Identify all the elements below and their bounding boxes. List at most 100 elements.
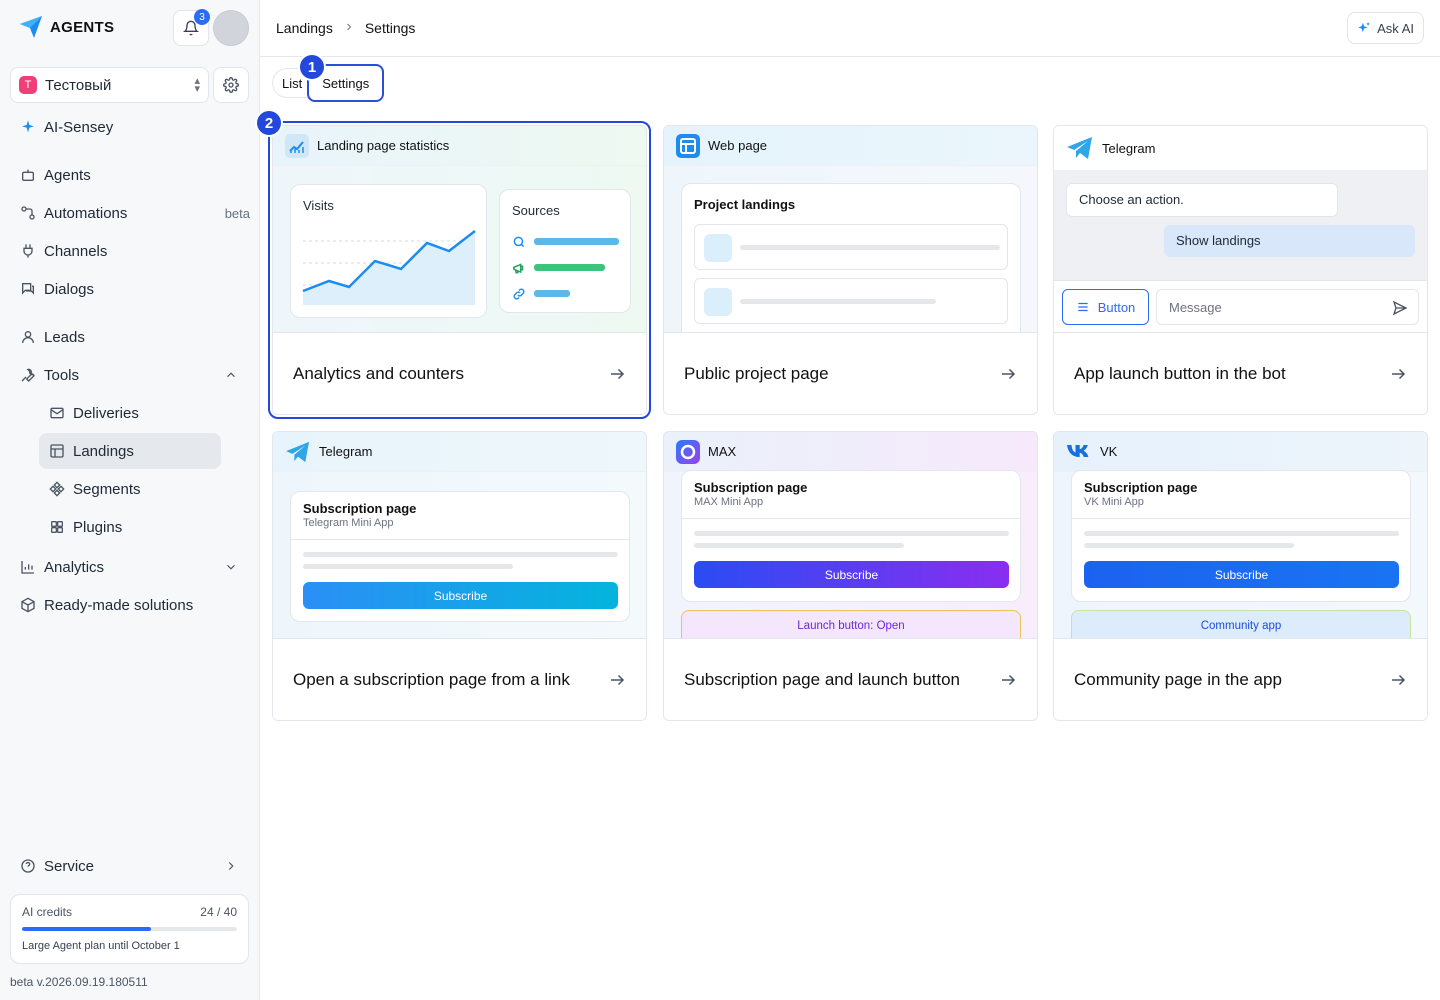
message-placeholder: Message <box>1169 300 1222 315</box>
card-footer: Open a subscription page from a link <box>273 638 646 720</box>
card-footer: Community page in the app <box>1054 638 1427 720</box>
card-footer: App launch button in the bot <box>1054 332 1427 414</box>
launch-button-preview[interactable]: Launch button: Open <box>681 610 1021 640</box>
card-preview: Project landings <box>664 166 1037 343</box>
sidebar-item-label: Analytics <box>44 558 105 576</box>
sidebar-item-landings[interactable]: Landings <box>39 433 221 469</box>
card-subscription-from-link[interactable]: Telegram Subscription page Telegram Mini… <box>272 431 647 721</box>
composer-bar: Button Message <box>1054 280 1427 334</box>
max-icon <box>676 439 700 464</box>
card-preview: Subscription page MAX Mini App Subscribe… <box>664 470 1037 640</box>
sidebar-item-agents[interactable]: Agents <box>10 160 240 190</box>
placeholder-line <box>1084 531 1399 536</box>
sidebar-item-service[interactable]: Service <box>10 851 240 881</box>
card-app-launch-button[interactable]: Telegram Choose an action. Show landings… <box>1053 125 1428 415</box>
arrow-right-icon <box>611 674 625 685</box>
divider <box>291 539 629 540</box>
community-app-button[interactable]: Community app <box>1071 610 1411 640</box>
telegram-icon <box>286 441 309 462</box>
sidebar-item-segments[interactable]: Segments <box>39 471 221 507</box>
source-bar <box>534 290 570 297</box>
sidebar-item-plugins[interactable]: Plugins <box>39 509 221 545</box>
sidebar-item-label: Deliveries <box>73 404 139 422</box>
telegram-icon <box>1067 137 1092 159</box>
sidebar-item-deliveries[interactable]: Deliveries <box>39 395 221 431</box>
landing-placeholder-row <box>694 278 1008 324</box>
card-header: MAX <box>664 432 1037 472</box>
subscription-subtitle: Telegram Mini App <box>303 517 394 529</box>
sidebar-item-channels[interactable]: Channels <box>10 236 240 266</box>
card-analytics-counters[interactable]: Landing page statistics Visits Sources A… <box>268 121 651 419</box>
analytics-icon <box>285 133 309 158</box>
sidebar-item-label: AI-Sensey <box>44 118 114 136</box>
subscribe-button[interactable]: Subscribe <box>694 561 1009 588</box>
automations-icon <box>21 206 35 220</box>
sidebar-item-tools[interactable]: Tools <box>10 360 240 390</box>
arrow-right-icon <box>1002 368 1016 379</box>
arrow-right-icon <box>611 368 625 379</box>
quick-reply-button[interactable]: Show landings <box>1164 225 1415 257</box>
card-title: Subscription page and launch button <box>684 669 960 689</box>
card-preview: Subscription page VK Mini App Subscribe … <box>1054 470 1427 640</box>
card-header-label: Web page <box>708 138 768 153</box>
sidebar-item-label: Service <box>44 857 95 875</box>
subscription-title: Subscription page <box>303 501 417 516</box>
user-avatar[interactable] <box>213 10 249 46</box>
ai-credits-panel[interactable]: AI credits 24 / 40 Large Agent plan unti… <box>10 894 249 964</box>
menu-icon <box>1078 302 1088 312</box>
visits-sparkline <box>302 230 476 305</box>
sidebar: AGENTS 3 Т Тестовый ▴ ▾ AI-Sensey Agents … <box>0 0 260 1000</box>
subscription-title: Subscription page <box>1084 480 1198 495</box>
top-bar: Landings Settings Ask AI <box>260 0 1440 57</box>
menu-button-label: Button <box>1097 299 1136 315</box>
sidebar-item-ready-made-solutions[interactable]: Ready-made solutions <box>10 590 240 620</box>
ask-ai-button[interactable]: Ask AI <box>1347 12 1424 44</box>
mail-icon <box>50 407 64 419</box>
sidebar-item-dialogs[interactable]: Dialogs <box>10 274 240 304</box>
message-input[interactable]: Message <box>1156 289 1419 325</box>
sidebar-item-ai-sensey[interactable]: AI-Sensey <box>10 112 240 142</box>
source-bar <box>534 238 619 245</box>
bar-chart-icon <box>21 561 34 574</box>
card-header: VK <box>1054 432 1427 472</box>
project-landings-widget: Project landings <box>681 183 1021 343</box>
workspace-settings-button[interactable] <box>213 67 249 103</box>
subscription-widget: Subscription page Telegram Mini App Subs… <box>290 491 630 622</box>
sidebar-item-label: Landings <box>73 442 134 460</box>
sidebar-item-leads[interactable]: Leads <box>10 322 240 352</box>
sidebar-item-label: Channels <box>44 242 108 260</box>
sidebar-item-analytics[interactable]: Analytics <box>10 552 240 582</box>
credits-plan: Large Agent plan until October 1 <box>22 940 180 952</box>
project-landings-title: Project landings <box>694 197 796 212</box>
workspace-selector[interactable]: Т Тестовый ▴ ▾ <box>10 67 209 103</box>
card-title: Analytics and counters <box>293 363 465 383</box>
sidebar-item-label: Plugins <box>73 518 123 536</box>
agents-icon <box>22 169 34 181</box>
sidebar-item-automations[interactable]: Automations beta <box>10 198 250 228</box>
sidebar-item-label: Agents <box>44 166 91 184</box>
subscribe-button[interactable]: Subscribe <box>303 582 618 609</box>
card-community-page[interactable]: VK Subscription page VK Mini App Subscri… <box>1053 431 1428 721</box>
card-header-label: MAX <box>708 444 737 459</box>
subscribe-button[interactable]: Subscribe <box>1084 561 1399 588</box>
card-subscription-and-launch[interactable]: MAX Subscription page MAX Mini App Subsc… <box>663 431 1038 721</box>
user-icon <box>22 331 34 344</box>
step-marker-1: 1 <box>298 53 326 81</box>
card-public-project-page[interactable]: Web page Project landings Public project… <box>663 125 1038 415</box>
notifications-button[interactable]: 3 <box>173 9 210 46</box>
sources-widget: Sources <box>499 189 631 313</box>
wrench-icon <box>21 368 35 382</box>
brand-name: AGENTS <box>50 18 115 36</box>
send-icon[interactable] <box>1392 300 1408 316</box>
breadcrumb-landings[interactable]: Landings <box>276 20 333 36</box>
card-footer: Analytics and counters <box>273 332 646 414</box>
card-header: Web page <box>664 126 1037 166</box>
credits-progress-fill <box>22 927 151 931</box>
arrow-right-icon <box>1002 674 1016 685</box>
sidebar-item-label: Automations <box>44 204 128 222</box>
web-page-icon <box>676 133 700 158</box>
card-footer: Subscription page and launch button <box>664 638 1037 720</box>
menu-button[interactable]: Button <box>1062 289 1149 325</box>
brand-logo[interactable]: AGENTS <box>18 14 114 40</box>
workspace-initial: Т <box>19 76 37 94</box>
